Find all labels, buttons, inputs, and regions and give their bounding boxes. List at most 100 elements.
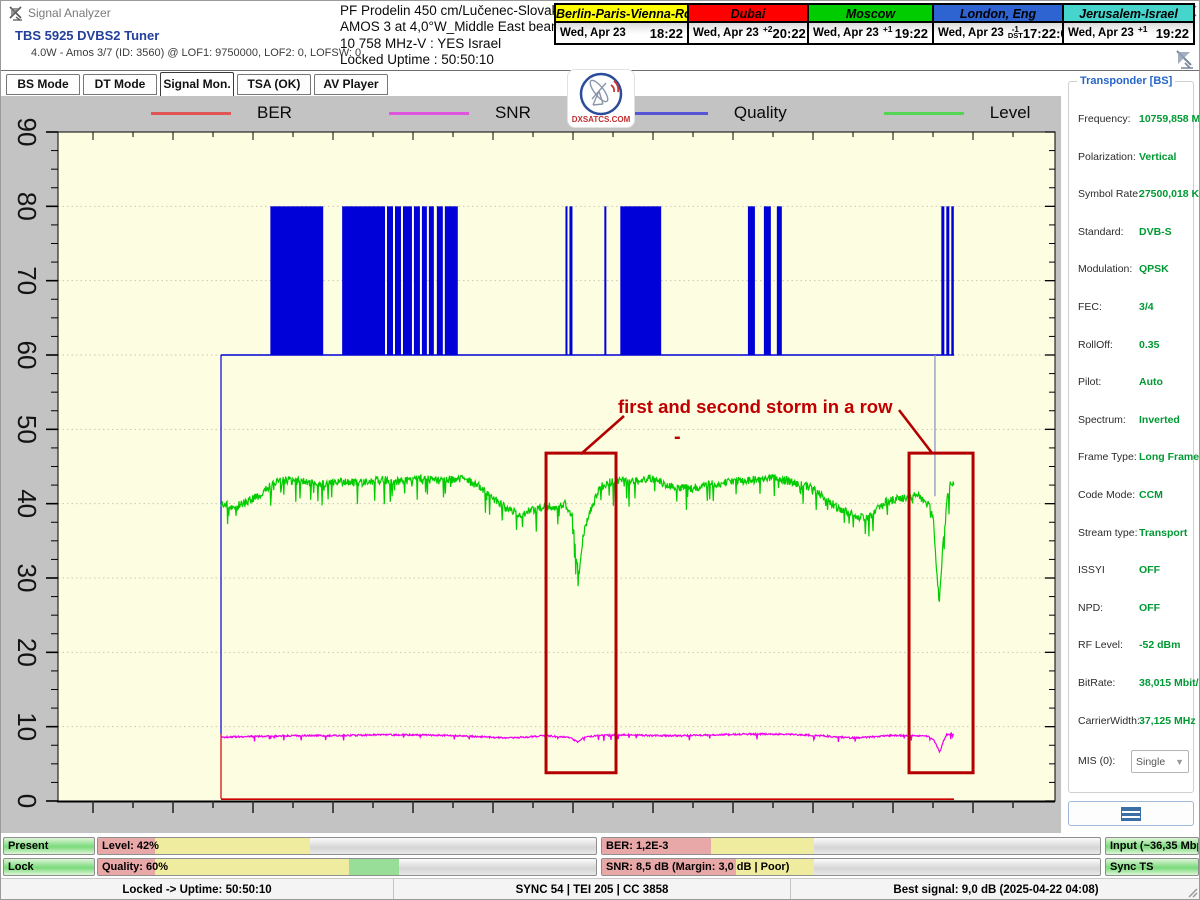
status-progressbar: BER: 1,2E-3 [601,837,1101,855]
mis-dropdown[interactable]: Single ▼ [1131,750,1189,773]
quality-band [342,206,385,355]
legend-label: Quality [734,103,787,123]
clock-london-eng: London, EngWed, Apr 23-1DST17:22:05 [934,5,1064,43]
status-badge-input-mbps-: Input (~36,35 Mbps) [1105,837,1199,855]
quality-band [951,206,953,355]
y-axis-label: 90 [12,118,42,147]
transponder-row-label: ISSYI [1078,564,1105,576]
status-progressbar: SNR: 8,5 dB (Margin: 3,0 dB | Poor) [601,858,1101,876]
y-axis-label: 0 [12,794,42,808]
y-axis-label: 40 [12,489,42,518]
offset-dst: DST [1008,33,1023,40]
tab-av-player[interactable]: AV Player [314,74,388,95]
info-line: AMOS 3 at 4,0°W_Middle East beam [340,19,570,35]
transponder-row-label: Stream type: [1078,527,1138,539]
legend-item-quality: Quality [628,103,787,123]
quality-band [946,206,949,355]
quality-band [270,206,323,355]
transponder-row: BitRate:38,015 Mbit/s [1069,677,1193,693]
clock-city-header: Moscow [809,5,932,23]
tuner-subtitle: 4.0W - Amos 3/7 (ID: 3560) @ LOF1: 97500… [31,47,361,59]
transponder-row-value: Transport [1139,527,1187,539]
clock-date: Wed, Apr 23 [813,27,879,39]
transponder-row-value: CCM [1139,489,1163,501]
quality-band [387,206,393,355]
bar-label: BER: 1,2E-3 [606,840,668,852]
tab-signal-mon-[interactable]: Signal Mon. [160,72,234,96]
transponder-row: Stream type:Transport [1069,527,1193,543]
transponder-row-value: OFF [1139,564,1160,576]
quality-band [429,206,434,355]
clock-utc-offset: -1DST [1008,27,1023,40]
transponder-row-label: Code Mode: [1078,489,1135,501]
clock-time: 19:22 [895,26,928,41]
legend-item-level: Level [884,103,1031,123]
bar-segment [349,859,399,875]
transponder-row-value: Long Frame [1139,451,1199,463]
transponder-row-label: Polarization: [1078,151,1136,163]
transponder-row-label: Modulation: [1078,263,1132,275]
quality-band [941,206,944,355]
transponder-group-title: Transponder [BS] [1077,75,1175,87]
clock-utc-offset: +1 [1138,24,1148,34]
quality-band [565,206,567,355]
clock-jerusalem-israel: Jerusalem-IsraelWed, Apr 23+119:22 [1064,5,1193,43]
transponder-row-value: Inverted [1139,414,1180,426]
tab-tsa-ok-[interactable]: TSA (OK) [237,74,311,95]
signal-history-chart: 0102030405060708090-first and second sto… [1,96,1061,833]
resize-grip[interactable] [1187,887,1199,899]
clock-date: Wed, Apr 23 [938,27,1004,39]
clock-time: 20:22 [773,26,806,41]
legend-item-snr: SNR [389,103,531,123]
quality-band [764,206,771,355]
quality-band [437,206,443,355]
clock-time-row: Wed, Apr 23+119:22 [809,23,932,43]
bar-label: Level: 42% [102,840,159,852]
bar-segment [155,838,309,854]
y-axis-label: 60 [12,341,42,370]
legend-item-ber: BER [151,103,292,123]
clock-time-row: Wed, Apr 23+119:22 [1064,23,1193,43]
quality-band [395,206,401,355]
clock-date: Wed, Apr 23 [560,27,626,39]
satellite-dish-icon [1173,47,1197,71]
transponder-row: NPD:OFF [1069,602,1193,618]
tab-bar: BS ModeDT ModeSignal Mon.TSA (OK)AV Play… [1,71,1061,96]
legend-swatch [389,112,469,115]
transponder-row: Code Mode: CCM [1069,489,1193,505]
tuner-title: TBS 5925 DVBS2 Tuner [15,28,159,43]
annotation-dash: - [674,426,681,448]
legend-label: SNR [495,103,531,123]
statusbar-section: Locked -> Uptime: 50:50:10 [1,879,394,900]
info-line: Locked Uptime : 50:50:10 [340,52,570,68]
bar-label: Quality: 60% [102,861,168,873]
legend-label: Level [990,103,1031,123]
signal-analyzer-window: Signal Analyzer TBS 5925 DVBS2 Tuner 4.0… [0,0,1200,900]
transponder-row-value: DVB-S [1139,226,1172,238]
transponder-row-label: RollOff: [1078,339,1113,351]
transponder-row-label: RF Level: [1078,639,1123,651]
transponder-row-value: -52 dBm [1139,639,1180,651]
y-axis-label: 50 [12,415,42,444]
transponder-row-label: CarrierWidth: [1078,715,1140,727]
ts-window-button[interactable] [1068,801,1194,826]
transponder-row-value: Vertical [1139,151,1176,163]
clock-time: 18:22 [650,26,683,41]
transponder-row-label: FEC: [1078,301,1102,313]
transponder-row-value: Auto [1139,376,1163,388]
clock-dubai: DubaiWed, Apr 23+220:22 [689,5,809,43]
tab-dt-mode[interactable]: DT Mode [83,74,157,95]
transponder-row: CarrierWidth:37,125 MHz [1069,715,1193,731]
quality-band [414,206,420,355]
transponder-row: Modulation:QPSK [1069,263,1193,279]
transponder-row-label: NPD: [1078,602,1103,614]
status-badge-sync-ts: Sync TS [1105,858,1199,876]
clock-time: 19:22 [1156,26,1189,41]
tab-bs-mode[interactable]: BS Mode [6,74,80,95]
signal-chart-region: BERSNRQualityLevel 0102030405060708090-f… [1,96,1061,833]
clock-utc-offset: +2 [763,24,773,34]
quality-band [604,206,606,355]
transponder-panel: Transponder [BS] Frequency:10759,858 MHz… [1061,71,1200,833]
transponder-row-value: 38,015 Mbit/s [1139,677,1200,689]
statusbar-section: Best signal: 9,0 dB (2025-04-22 04:08) [791,879,1200,900]
